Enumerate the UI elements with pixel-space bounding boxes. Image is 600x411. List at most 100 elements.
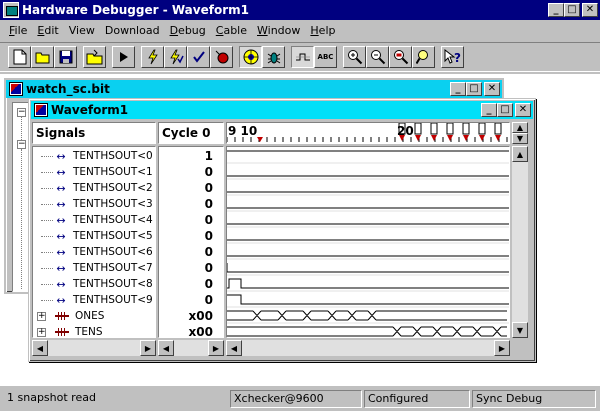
status-cable: Xchecker@9600 [230, 390, 362, 408]
values-scroll-left-icon[interactable]: ◀ [158, 340, 174, 356]
waveform-scroll-left-icon[interactable]: ◀ [226, 340, 242, 356]
context-help-icon[interactable]: ? [441, 46, 464, 68]
expand-plus-icon[interactable]: + [37, 327, 46, 337]
ruler-down-arrow-icon[interactable]: ▼ [512, 133, 528, 144]
bidirectional-arrow-icon: ↔ [56, 181, 66, 195]
menu-file[interactable]: File [4, 24, 32, 37]
scroll-down-arrow-icon[interactable]: ▼ [512, 322, 528, 338]
signal-name: TENTHSOUT<2 [73, 182, 153, 194]
signal-row[interactable]: ↔ TENTHSOUT<0 [33, 148, 155, 164]
open-project-icon[interactable] [83, 46, 106, 68]
signal-row[interactable]: ↔ TENTHSOUT<2 [33, 180, 155, 196]
play-icon[interactable] [112, 46, 135, 68]
signal-row[interactable]: ↔ TENTHSOUT<7 [33, 260, 155, 276]
watch-minimize-button[interactable]: _ [450, 82, 466, 96]
lightning-icon[interactable] [141, 46, 164, 68]
signal-value: 0 [204, 277, 213, 291]
waveform-maximize-button[interactable]: □ [497, 103, 513, 117]
menu-help[interactable]: Help [305, 24, 340, 37]
signal-row[interactable]: ↔ TENTHSOUT<8 [33, 276, 155, 292]
menu-window-label: indow [267, 24, 301, 37]
menu-download[interactable]: Download [100, 24, 165, 37]
abc-label-icon[interactable]: ABC [314, 46, 337, 68]
menu-edit[interactable]: Edit [32, 24, 63, 37]
waveform-hscrollbar[interactable]: ◀ ▶ [226, 340, 510, 356]
scroll-up-arrow-icon[interactable]: ▲ [512, 146, 528, 162]
signal-name: TENTHSOUT<6 [73, 246, 153, 258]
signals-scroll-left-icon[interactable]: ◀ [32, 340, 48, 356]
signal-row[interactable]: + TENS [33, 324, 155, 337]
bidirectional-arrow-icon: ↔ [56, 229, 66, 243]
new-file-icon[interactable] [8, 46, 31, 68]
stop-icon[interactable] [210, 46, 233, 68]
waveform-doc-icon[interactable] [34, 103, 48, 117]
signal-name: TENTHSOUT<8 [73, 278, 153, 290]
checkmark-icon[interactable] [187, 46, 210, 68]
tree-connector [41, 148, 53, 157]
expand-plus-icon[interactable]: + [37, 311, 46, 321]
app-icon[interactable] [3, 2, 19, 18]
ruler-label-box [446, 123, 454, 135]
bitstream-icon[interactable] [9, 82, 23, 96]
zoom-fit-icon[interactable] [389, 46, 412, 68]
ruler-up-arrow-icon[interactable]: ▲ [512, 122, 528, 133]
values-scroll-right-icon[interactable]: ▶ [208, 340, 224, 356]
signal-row[interactable]: ↔ TENTHSOUT<6 [33, 244, 155, 260]
tree-connector [41, 260, 53, 269]
bug-icon[interactable] [262, 46, 285, 68]
signal-row[interactable]: ↔ TENTHSOUT<5 [33, 228, 155, 244]
maximize-button[interactable]: □ [564, 3, 580, 17]
zoom-in-icon[interactable] [343, 46, 366, 68]
menu-cable[interactable]: Cable [211, 24, 252, 37]
signal-name: TENTHSOUT<9 [73, 294, 153, 306]
zoom-find-icon[interactable] [412, 46, 435, 68]
signals-hscrollbar[interactable]: ◀ ▶ [32, 340, 156, 356]
menu-view-accel: V [68, 24, 77, 37]
signal-name: TENTHSOUT<4 [73, 214, 153, 226]
bidirectional-arrow-icon: ↔ [56, 261, 66, 275]
waveform-minimize-button[interactable]: _ [481, 103, 497, 117]
values-hscrollbar[interactable]: ◀ ▶ [158, 340, 224, 356]
tree-connector [41, 180, 53, 189]
menu-edit-label: dit [44, 24, 59, 37]
cycle-header[interactable]: Cycle 0 [158, 122, 224, 144]
signals-header[interactable]: Signals [32, 122, 156, 144]
signal-row[interactable]: ↔ TENTHSOUT<3 [33, 196, 155, 212]
status-message: 1 snapshot read [7, 391, 96, 404]
menu-help-accel: H [310, 24, 319, 37]
signal-row[interactable]: ↔ TENTHSOUT<1 [33, 164, 155, 180]
tree-connector [41, 228, 53, 237]
signal-row[interactable]: + ONES [33, 308, 155, 324]
tree-expand-icon[interactable]: − [17, 140, 26, 149]
menu-debug-label: ebug [178, 24, 206, 37]
probe-icon[interactable] [239, 46, 262, 68]
signal-row[interactable]: ↔ TENTHSOUT<4 [33, 212, 155, 228]
signal-row[interactable]: ↔ TENTHSOUT<9 [33, 292, 155, 308]
waveform-window-title: Waveform1 [51, 103, 129, 117]
zoom-out-icon[interactable] [366, 46, 389, 68]
verify-lightning-icon[interactable] [164, 46, 187, 68]
watch-close-button[interactable]: ✕ [484, 82, 500, 96]
waveform-display[interactable] [227, 147, 510, 338]
waveform-vertical-scrollbar[interactable]: ▲ ▼ [512, 146, 528, 338]
open-folder-icon[interactable] [31, 46, 54, 68]
save-disk-icon[interactable] [54, 46, 77, 68]
menu-window[interactable]: Window [252, 24, 305, 37]
ruler-label-box [414, 123, 422, 135]
timeline-ruler[interactable]: 9 10 20 [226, 122, 510, 144]
watch-maximize-button[interactable]: □ [466, 82, 482, 96]
menu-debug-accel: D [169, 24, 179, 37]
close-button[interactable]: ✕ [582, 3, 598, 17]
tree-expand-icon[interactable]: − [17, 108, 26, 117]
waveform-close-button[interactable]: ✕ [515, 103, 531, 117]
waveform-scroll-right-icon[interactable]: ▶ [494, 340, 510, 356]
menu-view[interactable]: View [64, 24, 100, 37]
ruler-scrollbar[interactable]: ▲ ▼ [512, 122, 528, 144]
ruler-label-box [494, 123, 502, 135]
signal-name: TENTHSOUT<0 [73, 150, 153, 162]
minimize-button[interactable]: _ [548, 3, 564, 17]
menu-debug[interactable]: Debug [165, 24, 211, 37]
signals-scroll-right-icon[interactable]: ▶ [140, 340, 156, 356]
menu-download-label: ownload [113, 24, 160, 37]
waveform-icon[interactable] [291, 46, 314, 68]
